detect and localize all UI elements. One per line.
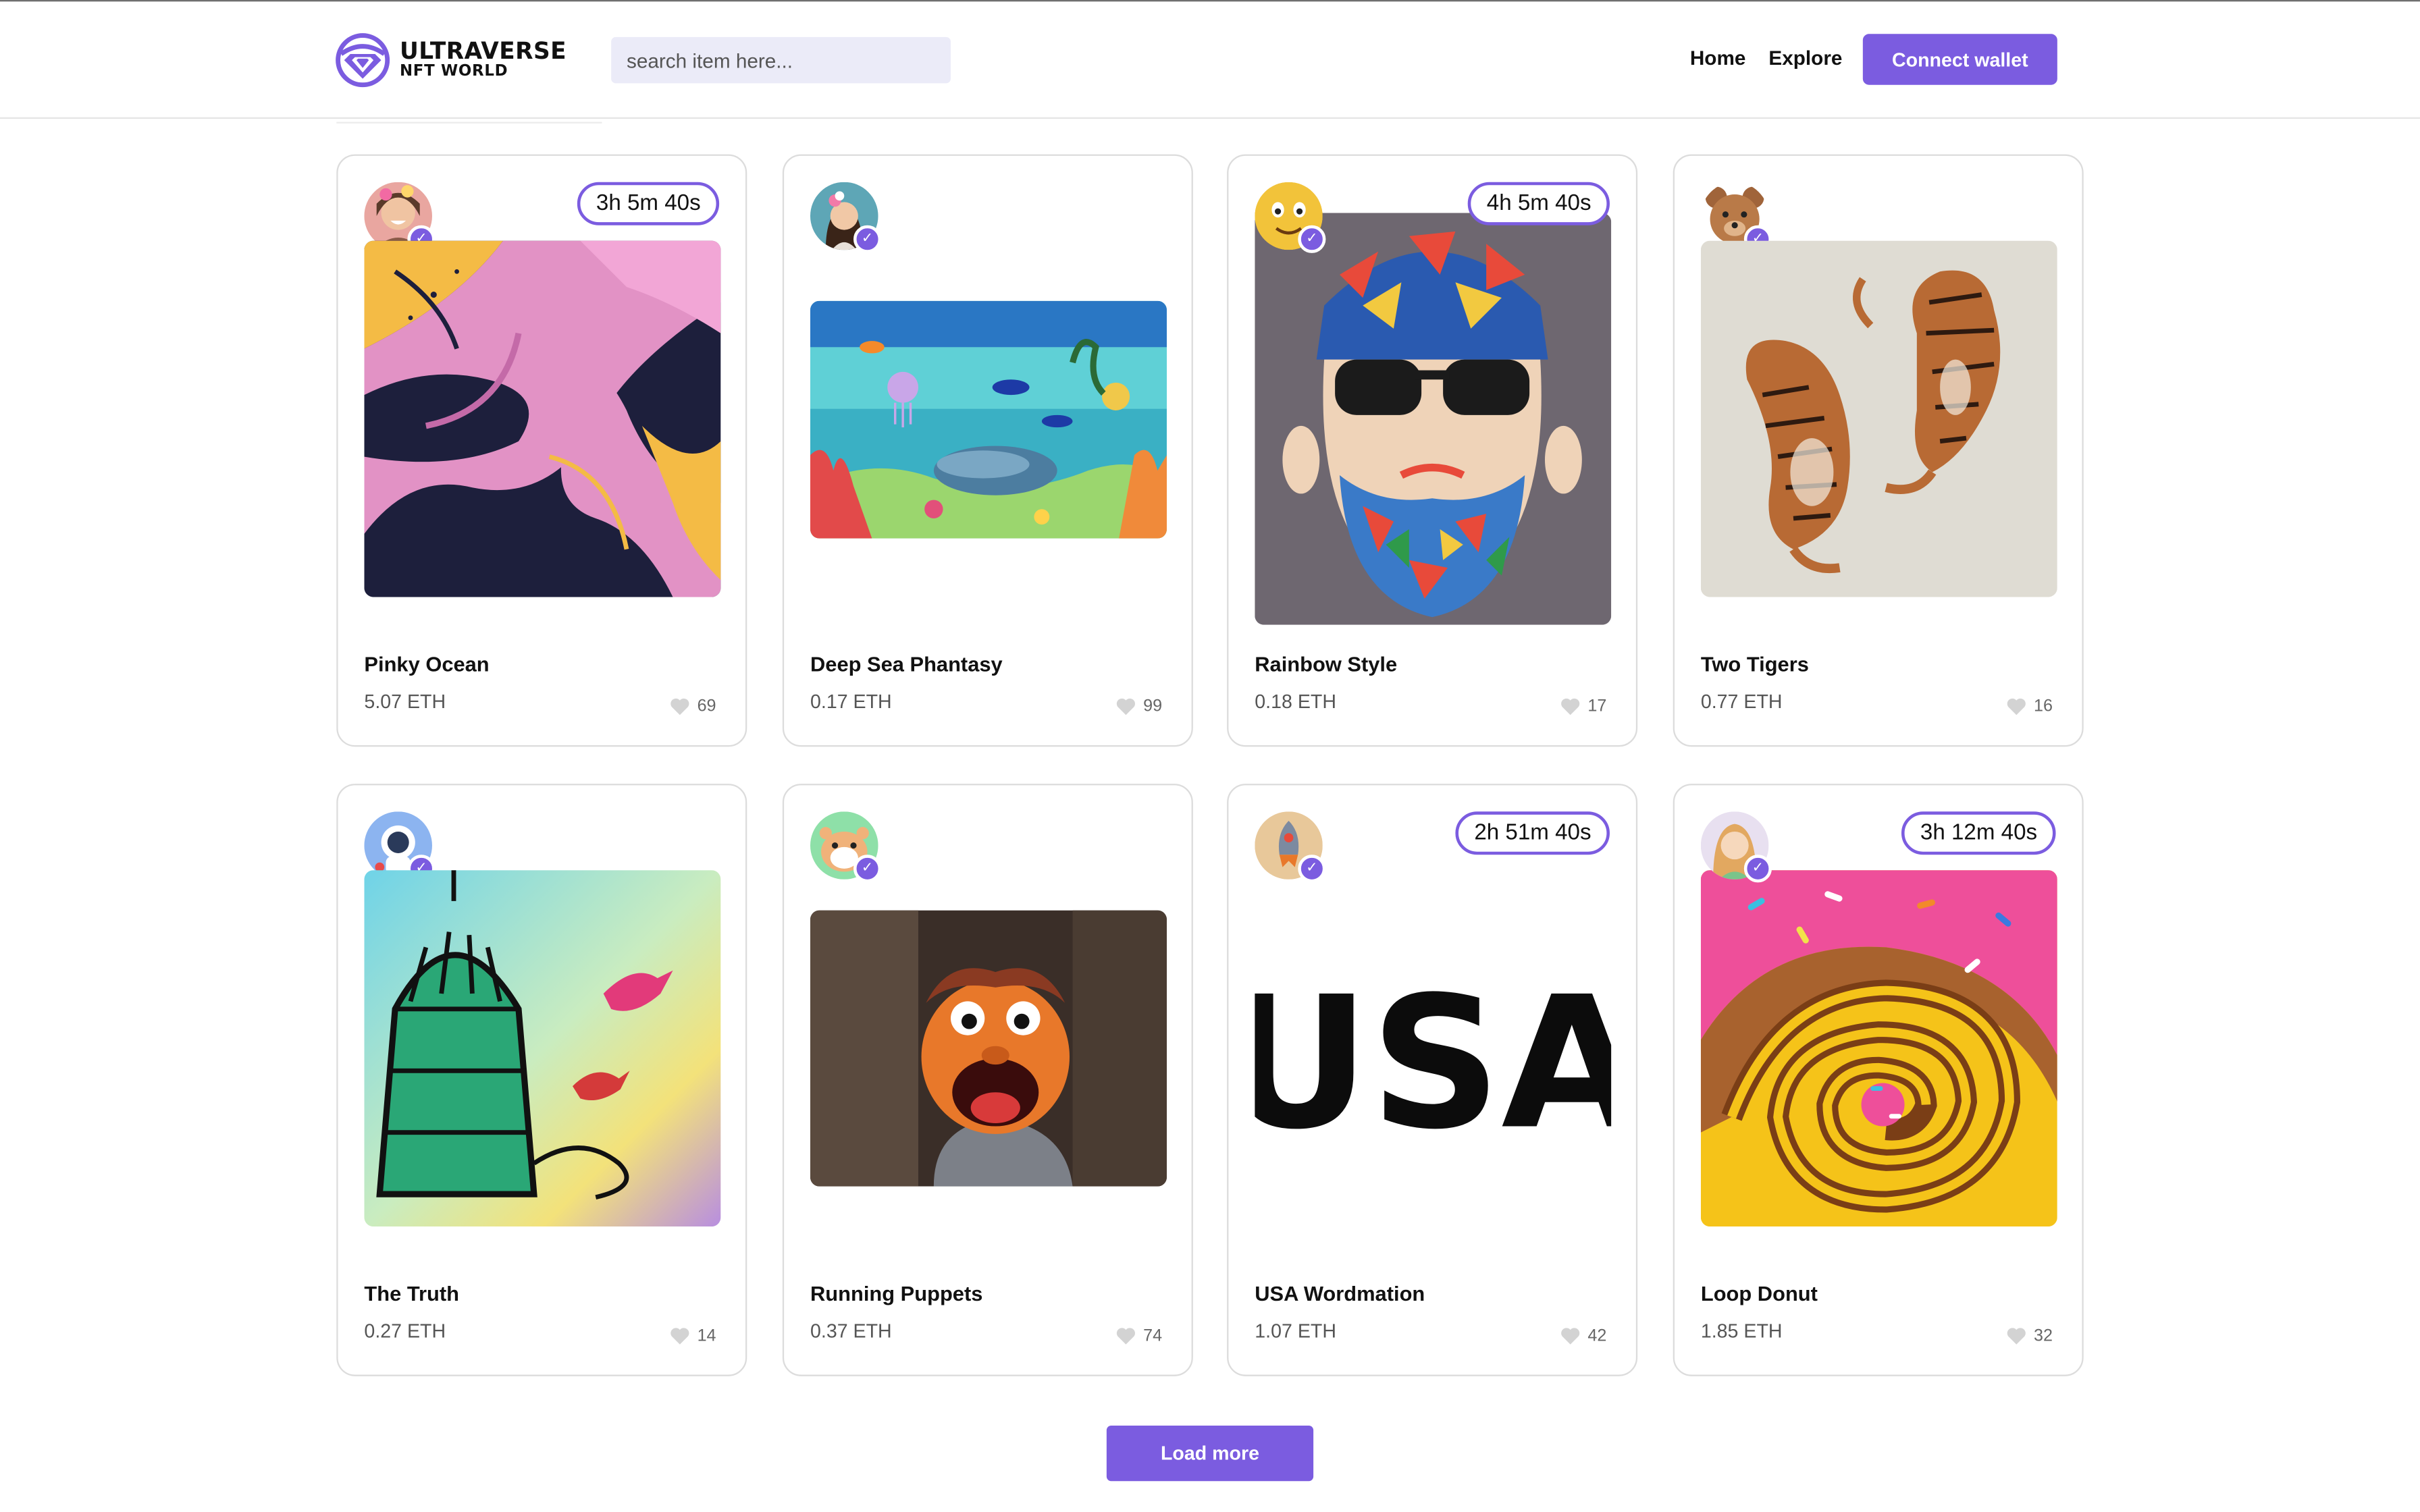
creator-avatar[interactable]: ✓: [1700, 182, 1772, 253]
nft-card[interactable]: ✓ Deep Sea Phantasy 0.17 ETH 99: [782, 154, 1193, 747]
heart-icon: [1560, 698, 1579, 716]
like-button[interactable]: 14: [669, 1327, 716, 1345]
nft-title[interactable]: Rainbow Style: [1255, 653, 1397, 676]
like-count: 42: [1587, 1326, 1607, 1346]
nft-price: 0.77 ETH: [1700, 691, 1783, 713]
like-button[interactable]: 74: [1115, 1327, 1162, 1345]
heart-icon: [2007, 698, 2026, 716]
logo[interactable]: ULTRAVERSE NFT WORLD: [335, 32, 567, 88]
nft-price: 1.07 ETH: [1255, 1320, 1336, 1343]
nft-card[interactable]: ✓ 3h 5m 40s Pinky Ocean 5.07 ETH 69: [336, 154, 747, 747]
nft-title[interactable]: Pinky Ocean: [364, 653, 489, 676]
verified-check-icon: ✓: [1743, 855, 1772, 883]
countdown-timer: 3h 5m 40s: [577, 182, 720, 225]
verified-check-icon: ✓: [853, 855, 882, 883]
like-count: 99: [1143, 697, 1163, 716]
nft-card[interactable]: ✓ 4h 5m 40s Rainbow Style 0.18 ETH 17: [1227, 154, 1638, 747]
like-count: 16: [2033, 697, 2053, 716]
two-tigers-art-icon[interactable]: [1700, 240, 2057, 597]
nft-title[interactable]: The Truth: [364, 1282, 459, 1305]
creator-avatar[interactable]: ✓: [364, 811, 436, 883]
nft-price: 0.17 ETH: [810, 691, 892, 713]
like-button[interactable]: 42: [1560, 1327, 1606, 1345]
nft-title[interactable]: Running Puppets: [810, 1282, 982, 1305]
heart-icon: [1116, 1328, 1135, 1345]
creator-avatar[interactable]: ✓: [810, 182, 882, 253]
nft-price: 0.18 ETH: [1255, 691, 1336, 713]
bearded-man-art-icon[interactable]: [1255, 213, 1612, 625]
nft-card[interactable]: ✓ 3h 12m 40s Loop Donut 1.85 ETH 32: [1673, 784, 2084, 1376]
nft-title[interactable]: Deep Sea Phantasy: [810, 653, 1003, 676]
nft-card[interactable]: ✓ 2h 51m 40s USA USA Wordmation 1.07 ETH…: [1227, 784, 1638, 1376]
nft-price: 0.27 ETH: [364, 1320, 446, 1343]
usa-art-text: USA: [1255, 958, 1611, 1170]
usa-lettering-art-icon[interactable]: USA: [1255, 910, 1612, 1187]
countdown-timer: 4h 5m 40s: [1468, 182, 1610, 225]
verified-check-icon: ✓: [1298, 225, 1326, 253]
heart-icon: [2007, 1328, 2026, 1345]
underwater-scene-art-icon[interactable]: [810, 300, 1167, 539]
birdcage-lettering-art-icon[interactable]: [364, 870, 721, 1227]
nft-title[interactable]: USA Wordmation: [1255, 1282, 1425, 1305]
like-count: 69: [697, 697, 716, 716]
nav-explore-link[interactable]: Explore: [1768, 47, 1842, 70]
nft-card[interactable]: ✓ Two Tigers 0.77 ETH 16: [1673, 154, 2084, 747]
like-button[interactable]: 32: [2006, 1327, 2053, 1345]
nft-price: 1.85 ETH: [1700, 1320, 1783, 1343]
like-button[interactable]: 16: [2006, 697, 2053, 716]
countdown-timer: 2h 51m 40s: [1455, 811, 1610, 855]
nft-title[interactable]: Loop Donut: [1701, 1282, 1818, 1305]
creator-avatar[interactable]: ✓: [364, 182, 436, 253]
nft-title[interactable]: Two Tigers: [1701, 653, 1809, 676]
donut-spiral-art-icon[interactable]: [1700, 870, 2057, 1227]
top-header: ULTRAVERSE NFT WORLD Home Explore Connec…: [0, 0, 2420, 119]
nft-card[interactable]: ✓ The Truth 0.27 ETH 14: [336, 784, 747, 1376]
creator-avatar[interactable]: ✓: [1255, 182, 1326, 253]
nft-price: 0.37 ETH: [810, 1320, 892, 1343]
heart-icon: [1116, 698, 1135, 716]
nft-card[interactable]: ✓ Running Puppets 0.37 ETH 74: [782, 784, 1193, 1376]
logo-title: ULTRAVERSE: [399, 36, 567, 65]
like-button[interactable]: 17: [1560, 697, 1606, 716]
like-count: 17: [1587, 697, 1607, 716]
nav-home-link[interactable]: Home: [1690, 47, 1746, 70]
logo-gem-icon: [335, 32, 390, 88]
load-more-button[interactable]: Load more: [1106, 1425, 1314, 1482]
like-count: 14: [697, 1326, 716, 1346]
verified-check-icon: ✓: [853, 225, 882, 253]
pink-marble-art-icon[interactable]: [364, 240, 721, 597]
like-button[interactable]: 99: [1115, 697, 1162, 716]
like-button[interactable]: 69: [669, 697, 716, 716]
heart-icon: [670, 1328, 689, 1345]
filter-bar-edge: [336, 119, 602, 124]
nft-price: 5.07 ETH: [364, 691, 446, 713]
creator-avatar[interactable]: ✓: [1255, 811, 1326, 883]
logo-subtitle: NFT WORLD: [399, 63, 508, 80]
like-count: 74: [1143, 1326, 1163, 1346]
muppet-art-icon[interactable]: [810, 910, 1167, 1187]
heart-icon: [1560, 1328, 1579, 1345]
verified-check-icon: ✓: [1298, 855, 1326, 883]
creator-avatar[interactable]: ✓: [1700, 811, 1772, 883]
countdown-timer: 3h 12m 40s: [1901, 811, 2056, 855]
creator-avatar[interactable]: ✓: [810, 811, 882, 883]
like-count: 32: [2033, 1326, 2053, 1346]
search-input[interactable]: [611, 36, 951, 84]
heart-icon: [670, 698, 689, 716]
connect-wallet-button[interactable]: Connect wallet: [1862, 34, 2057, 85]
